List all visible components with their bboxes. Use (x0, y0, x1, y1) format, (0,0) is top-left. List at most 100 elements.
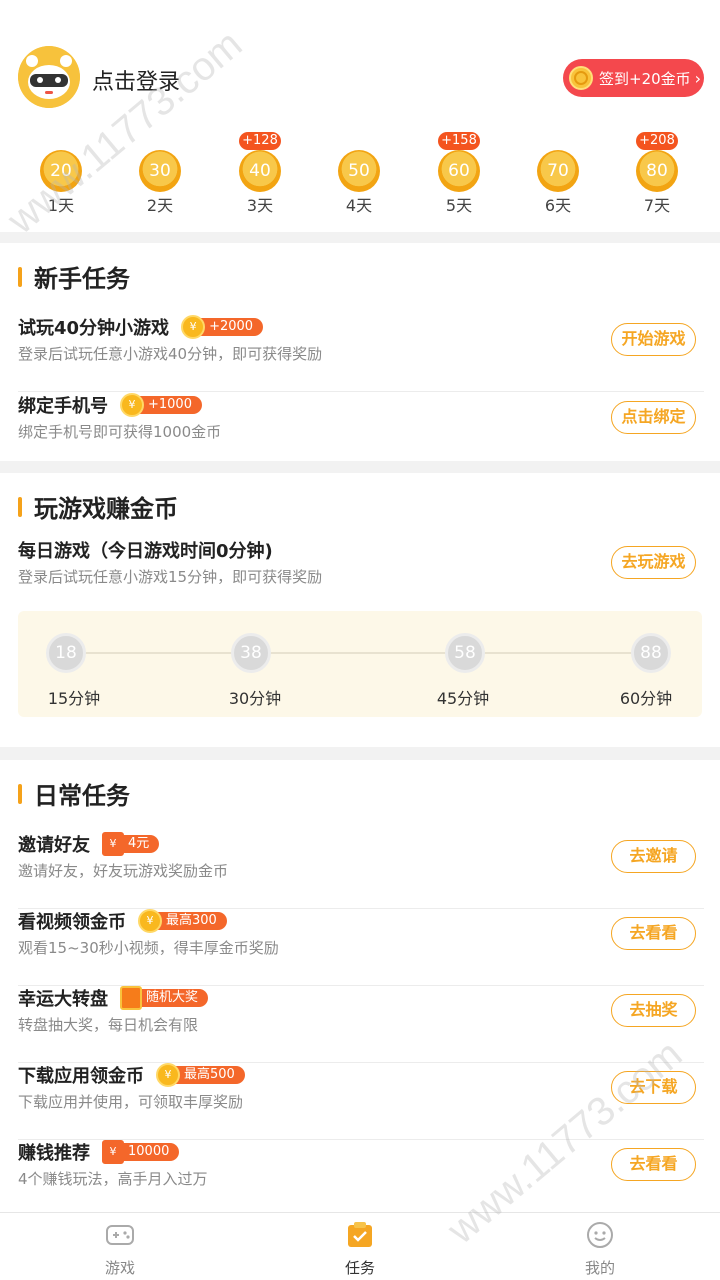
section-title: 日常任务 (18, 776, 130, 811)
tab-profile[interactable]: 我的 (560, 1221, 640, 1278)
task-desc: 转盘抽大奖，每日机会有限 (18, 1016, 199, 1034)
day-item: 20 1天 (31, 132, 91, 222)
coin-yuan-icon: ¥ (120, 393, 144, 417)
task-name: 下载应用领金币 (18, 1066, 144, 1087)
gamepad-icon (106, 1225, 134, 1245)
task-desc: 绑定手机号即可获得1000金币 (18, 423, 222, 441)
download-button[interactable]: 去下载 (611, 1071, 696, 1104)
day-coin: 40 (239, 150, 281, 192)
task-item: 每日游戏（今日游戏时间0分钟) 登录后试玩任意小游戏15分钟，即可获得奖励 去玩… (18, 538, 704, 615)
task-item: 试玩40分钟小游戏 ¥ +2000 登录后试玩任意小游戏40分钟，即可获得奖励 … (18, 315, 704, 392)
milestone-label: 45分钟 (436, 689, 490, 708)
reward-badge: ¥ 4元 (102, 832, 160, 856)
task-item: 幸运大转盘 随机大奖 转盘抽大奖，每日机会有限 去抽奖 (18, 986, 704, 1063)
recommend-button[interactable]: 去看看 (611, 1148, 696, 1181)
lottery-button[interactable]: 去抽奖 (611, 994, 696, 1027)
task-row: 每日游戏（今日游戏时间0分钟) (18, 538, 273, 562)
robot-avatar-icon (18, 46, 80, 108)
task-desc: 4个赚钱玩法，高手月入过万 (18, 1170, 208, 1188)
play-game-button[interactable]: 去玩游戏 (611, 546, 696, 579)
task-name: 每日游戏（今日游戏时间0分钟) (18, 541, 273, 562)
smiley-face-icon (587, 1222, 613, 1248)
tab-label: 任务 (344, 1259, 375, 1277)
task-row: 看视频领金币 ¥ 最高300 (18, 909, 227, 933)
day-label: 1天 (47, 196, 75, 215)
day-coin: 80 (636, 150, 678, 192)
task-row: 幸运大转盘 随机大奖 (18, 986, 209, 1010)
day-label: 5天 (445, 196, 473, 215)
milestone-coin: 18 (46, 633, 86, 673)
progress-line (66, 652, 656, 654)
invite-button[interactable]: 去邀请 (611, 840, 696, 873)
task-desc: 下载应用并使用，可领取丰厚奖励 (18, 1093, 244, 1111)
task-desc: 登录后试玩任意小游戏40分钟，即可获得奖励 (18, 345, 323, 363)
day-bonus: +158 (438, 132, 480, 150)
title-bar (18, 783, 22, 804)
bind-phone-button[interactable]: 点击绑定 (611, 401, 696, 434)
login-link[interactable]: 点击登录 (92, 64, 180, 96)
signin-days: 20 1天 30 2天 +128 40 3天 50 4天 +158 60 5天 … (0, 132, 720, 222)
signin-button[interactable]: 签到+20金币 › (563, 59, 704, 97)
reward-badge: ¥ 最高500 (156, 1063, 245, 1087)
milestone-coin: 38 (231, 633, 271, 673)
task-name: 邀请好友 (18, 835, 90, 856)
milestone-coin: 88 (631, 633, 671, 673)
day-bonus: +208 (636, 132, 678, 150)
chevron-right-icon: › (694, 68, 702, 88)
section-title: 新手任务 (18, 259, 130, 294)
section-title-text: 玩游戏赚金币 (34, 495, 178, 523)
milestone-label: 30分钟 (228, 689, 282, 708)
task-item: 赚钱推荐 ¥ 10000 4个赚钱玩法，高手月入过万 去看看 (18, 1140, 704, 1217)
reward-badge: ¥ +1000 (120, 393, 202, 417)
day-coin: 70 (537, 150, 579, 192)
section-title-text: 新手任务 (34, 265, 130, 293)
play-progress: 18 38 58 88 15分钟 30分钟 45分钟 60分钟 (18, 611, 702, 717)
day-label: 6天 (544, 196, 572, 215)
task-item: 看视频领金币 ¥ 最高300 观看15~30秒小视频，得丰厚金币奖励 去看看 (18, 909, 704, 986)
day-coin: 20 (40, 150, 82, 192)
task-name: 幸运大转盘 (18, 989, 108, 1010)
header: 点击登录 签到+20金币 › 20 1天 30 2天 +128 40 3天 50… (0, 0, 720, 232)
title-bar (18, 266, 22, 287)
tab-games[interactable]: 游戏 (80, 1221, 160, 1278)
coin-yuan-icon: ¥ (181, 315, 206, 339)
day-coin: 50 (338, 150, 380, 192)
day-coin: 60 (438, 150, 480, 192)
title-bar (18, 496, 22, 517)
signin-label: 签到+20金币 (599, 69, 691, 88)
day-coin: 30 (139, 150, 181, 192)
task-item: 下载应用领金币 ¥ 最高500 下载应用并使用，可领取丰厚奖励 去下载 (18, 1063, 704, 1140)
day-item: 30 2天 (130, 132, 190, 222)
tab-tasks[interactable]: 任务 (320, 1221, 400, 1278)
task-desc: 观看15~30秒小视频，得丰厚金币奖励 (18, 939, 279, 957)
task-name: 赚钱推荐 (18, 1143, 90, 1164)
day-item: +208 80 7天 (627, 132, 687, 222)
day-item: 50 4天 (329, 132, 389, 222)
task-desc: 邀请好友，好友玩游戏奖励金币 (18, 862, 229, 880)
tab-label: 我的 (584, 1259, 615, 1277)
section-title: 玩游戏赚金币 (18, 489, 178, 524)
milestone-label: 60分钟 (619, 689, 673, 708)
reward-badge: ¥ +2000 (181, 315, 264, 339)
reward-badge: ¥ 10000 (102, 1140, 180, 1164)
coin-yuan-icon: ¥ (156, 1063, 180, 1087)
bottom-tab-bar: 游戏 任务 我的 (0, 1212, 720, 1280)
task-row: 下载应用领金币 ¥ 最高500 (18, 1063, 245, 1087)
day-label: 2天 (146, 196, 174, 215)
task-name: 看视频领金币 (18, 912, 126, 933)
watch-video-button[interactable]: 去看看 (611, 917, 696, 950)
reward-badge: 随机大奖 (120, 986, 209, 1010)
avatar[interactable] (18, 46, 80, 108)
reward-badge: ¥ 最高300 (138, 909, 227, 933)
day-bonus: +128 (239, 132, 281, 150)
task-item: 绑定手机号 ¥ +1000 绑定手机号即可获得1000金币 点击绑定 (18, 393, 704, 470)
red-envelope-icon: ¥ (102, 1140, 124, 1164)
start-game-button[interactable]: 开始游戏 (611, 323, 696, 356)
red-envelope-icon: ¥ (102, 832, 124, 856)
milestone-label: 15分钟 (47, 689, 101, 708)
task-name: 绑定手机号 (18, 396, 108, 417)
tab-label: 游戏 (104, 1259, 135, 1277)
section-title-text: 日常任务 (34, 782, 130, 810)
day-item: +158 60 5天 (429, 132, 489, 222)
coin-icon (569, 66, 593, 90)
